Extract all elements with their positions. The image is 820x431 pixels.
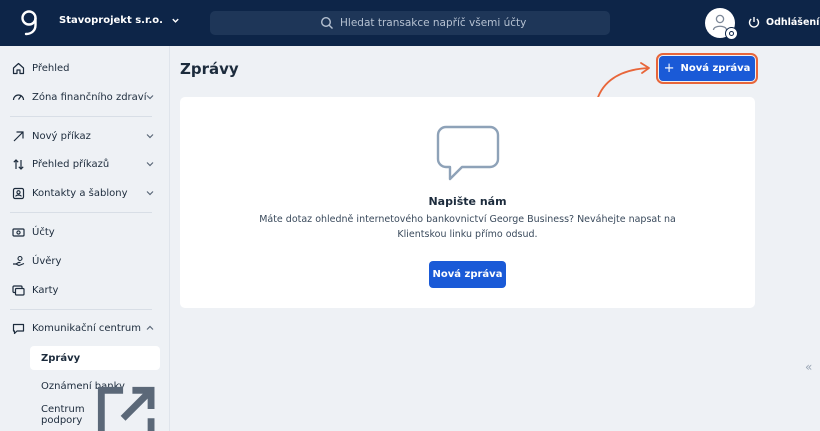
sidebar-subitem-label: Centrum podpory (41, 404, 85, 426)
speech-bubble-icon (436, 125, 500, 181)
sidebar-item-cards[interactable]: Karty (12, 279, 160, 301)
chat-icon (12, 323, 25, 334)
logout-label: Odhlášení (766, 16, 820, 28)
hand-coin-icon (13, 255, 25, 266)
sidebar-item-label: Kontakty a šablony (32, 187, 128, 199)
sidebar-subitem-messages[interactable]: Zprávy (30, 346, 160, 370)
empty-state-title: Napište nám (428, 195, 507, 208)
sidebar-item-financial-health[interactable]: Zóna finančního zdraví (12, 86, 160, 108)
search-icon (320, 16, 333, 29)
company-name: Stavoprojekt s.r.o. (59, 15, 163, 26)
divider (10, 116, 152, 117)
external-link-icon (97, 386, 155, 431)
sidebar-item-label: Komunikační centrum (32, 322, 142, 334)
page-title: Zprávy (180, 60, 239, 78)
sidebar-item-loans[interactable]: Úvěry (12, 250, 160, 272)
avatar[interactable] (705, 8, 738, 40)
banknote-icon (12, 227, 25, 237)
chevron-down-icon (146, 134, 154, 139)
top-bar: Stavoprojekt s.r.o. Odhlášení (0, 0, 820, 46)
sidebar-item-contacts[interactable]: Kontakty a šablony (12, 182, 160, 204)
collapse-panel-icon[interactable]: « (805, 360, 812, 374)
sidebar-item-order-overview[interactable]: Přehled příkazů (12, 153, 160, 175)
divider (10, 309, 152, 310)
george-logo-icon[interactable] (18, 9, 40, 37)
new-message-label: Nová zpráva (680, 63, 751, 74)
settings-badge-icon (725, 27, 738, 40)
home-icon (12, 62, 25, 74)
sidebar-item-overview[interactable]: Přehled (12, 57, 160, 79)
company-switcher[interactable]: Stavoprojekt s.r.o. (59, 15, 180, 26)
new-message-button[interactable]: + Nová zpráva (656, 53, 758, 84)
cards-icon (12, 284, 25, 296)
search-input[interactable] (340, 11, 600, 35)
sidebar-item-label: Zóna finančního zdraví (32, 91, 147, 103)
new-message-card-button[interactable]: Nová zpráva (429, 261, 506, 288)
empty-state-text: Máte dotaz ohledně internetového bankovn… (259, 214, 676, 240)
sidebar-item-label: Účty (32, 226, 55, 238)
plus-icon: + (663, 61, 675, 76)
chevron-down-icon (146, 95, 154, 100)
sidebar-item-new-order[interactable]: Nový příkaz (12, 125, 160, 147)
chevron-down-icon (146, 191, 154, 196)
sidebar-item-communication-center[interactable]: Komunikační centrum (12, 317, 160, 339)
sidebar-item-label: Karty (32, 284, 59, 296)
sidebar-item-accounts[interactable]: Účty (12, 221, 160, 243)
chevron-down-icon (172, 18, 179, 23)
contact-card-icon (12, 187, 25, 199)
gauge-icon (12, 93, 25, 100)
sidebar-item-label: Přehled příkazů (32, 158, 110, 170)
sidebar-subitem-support-center[interactable]: Centrum podpory (30, 386, 160, 431)
chevron-down-icon (146, 162, 154, 167)
search-bar[interactable] (210, 11, 610, 35)
swap-arrows-icon (13, 158, 24, 170)
sidebar-item-label: Úvěry (32, 255, 62, 267)
power-icon (748, 17, 760, 28)
logout-button[interactable]: Odhlášení (748, 16, 819, 28)
arrow-up-right-icon (13, 130, 24, 141)
divider (10, 212, 152, 213)
sidebar-item-label: Přehled (32, 62, 70, 74)
sidebar-subitem-label: Zprávy (41, 352, 81, 364)
sidebar-item-label: Nový příkaz (32, 130, 91, 142)
empty-state-card: Napište nám Máte dotaz ohledně interneto… (180, 97, 755, 308)
sidebar: Přehled Zóna finančního zdraví Nový přík… (0, 46, 170, 431)
chevron-up-icon (146, 325, 154, 330)
